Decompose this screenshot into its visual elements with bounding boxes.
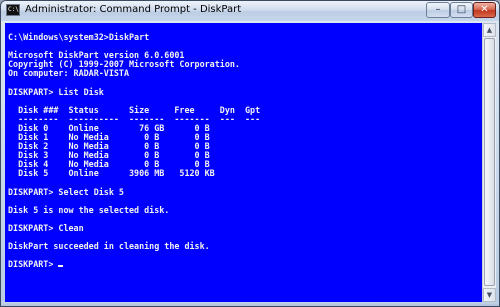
- scroll-up-arrow-icon: ▲: [486, 26, 493, 34]
- command-prompt-window: C:\ Administrator: Command Prompt - Disk…: [0, 0, 500, 307]
- console-line: DISKPART>: [8, 259, 59, 270]
- console-line: On computer: RADAR-VISTA: [8, 68, 130, 79]
- maximize-icon: □: [456, 4, 467, 15]
- console-line: Disk 5 Online 3906 MB 5120 KB: [8, 168, 215, 179]
- vertical-scrollbar[interactable]: ▲ ▼: [482, 23, 496, 302]
- window-title: Administrator: Command Prompt - DiskPart: [25, 4, 242, 15]
- console-line: DISKPART> List Disk: [8, 86, 104, 97]
- scroll-up-button[interactable]: ▲: [483, 23, 496, 37]
- console-line: Disk 5 is now the selected disk.: [8, 204, 170, 215]
- close-button[interactable]: ✕: [473, 2, 496, 18]
- command-prompt-icon[interactable]: C:\: [6, 4, 20, 16]
- console-output: C:\Windows\system32>DiskPart Microsoft D…: [8, 32, 260, 270]
- title-bar[interactable]: C:\ Administrator: Command Prompt - Disk…: [1, 1, 499, 21]
- close-icon: ✕: [480, 4, 489, 15]
- window-bottom-border: [1, 302, 499, 306]
- scroll-down-button[interactable]: ▼: [483, 288, 496, 302]
- console-area[interactable]: C:\Windows\system32>DiskPart Microsoft D…: [5, 23, 482, 302]
- console-line: DiskPart succeeded in cleaning the disk.: [8, 241, 210, 252]
- scroll-thumb[interactable]: [484, 38, 495, 286]
- console-line: C:\Windows\system32>DiskPart: [8, 32, 150, 42]
- console-line: DISKPART> Select Disk 5: [8, 186, 124, 197]
- minimize-button[interactable]: –: [426, 2, 450, 18]
- text-cursor: [58, 265, 64, 268]
- scroll-down-arrow-icon: ▼: [486, 291, 493, 299]
- minimize-icon: –: [435, 4, 441, 15]
- maximize-button[interactable]: □: [450, 2, 473, 18]
- console-line: DISKPART> Clean: [8, 222, 84, 233]
